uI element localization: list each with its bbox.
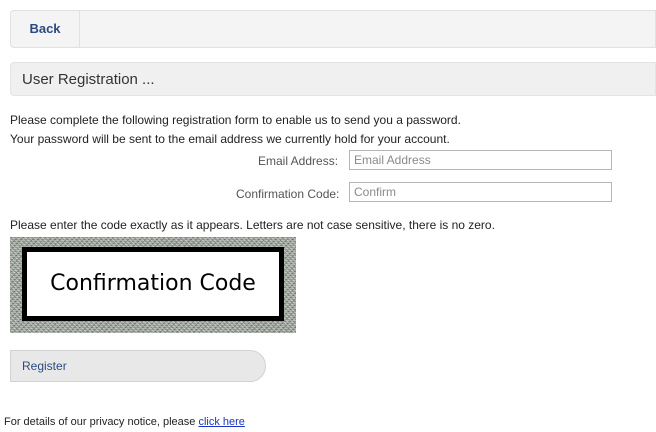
privacy-text: For details of our privacy notice, pleas…	[4, 416, 196, 428]
back-button[interactable]: Back	[11, 11, 80, 47]
captcha-box: Confirmation Code	[22, 247, 284, 321]
intro-text-line2: Your password will be sent to the email …	[10, 132, 450, 146]
page-title: User Registration ...	[22, 71, 155, 88]
privacy-notice: For details of our privacy notice, pleas…	[4, 416, 245, 428]
confirmation-code-input[interactable]	[349, 182, 612, 202]
confirmation-code-label: Confirmation Code:	[236, 187, 340, 201]
email-input[interactable]	[349, 150, 612, 170]
captcha-instruction: Please enter the code exactly as it appe…	[10, 218, 495, 232]
intro-text-line1: Please complete the following registrati…	[10, 113, 461, 127]
captcha-image: Confirmation Code	[10, 237, 296, 333]
section-header: User Registration ...	[10, 62, 656, 96]
email-label: Email Address:	[258, 154, 339, 168]
privacy-link[interactable]: click here	[198, 416, 244, 428]
register-button[interactable]: Register	[10, 350, 266, 382]
captcha-text: Confirmation Code	[50, 271, 256, 296]
toolbar: Back	[10, 10, 656, 48]
registration-page: Back User Registration ... Please comple…	[0, 0, 656, 432]
